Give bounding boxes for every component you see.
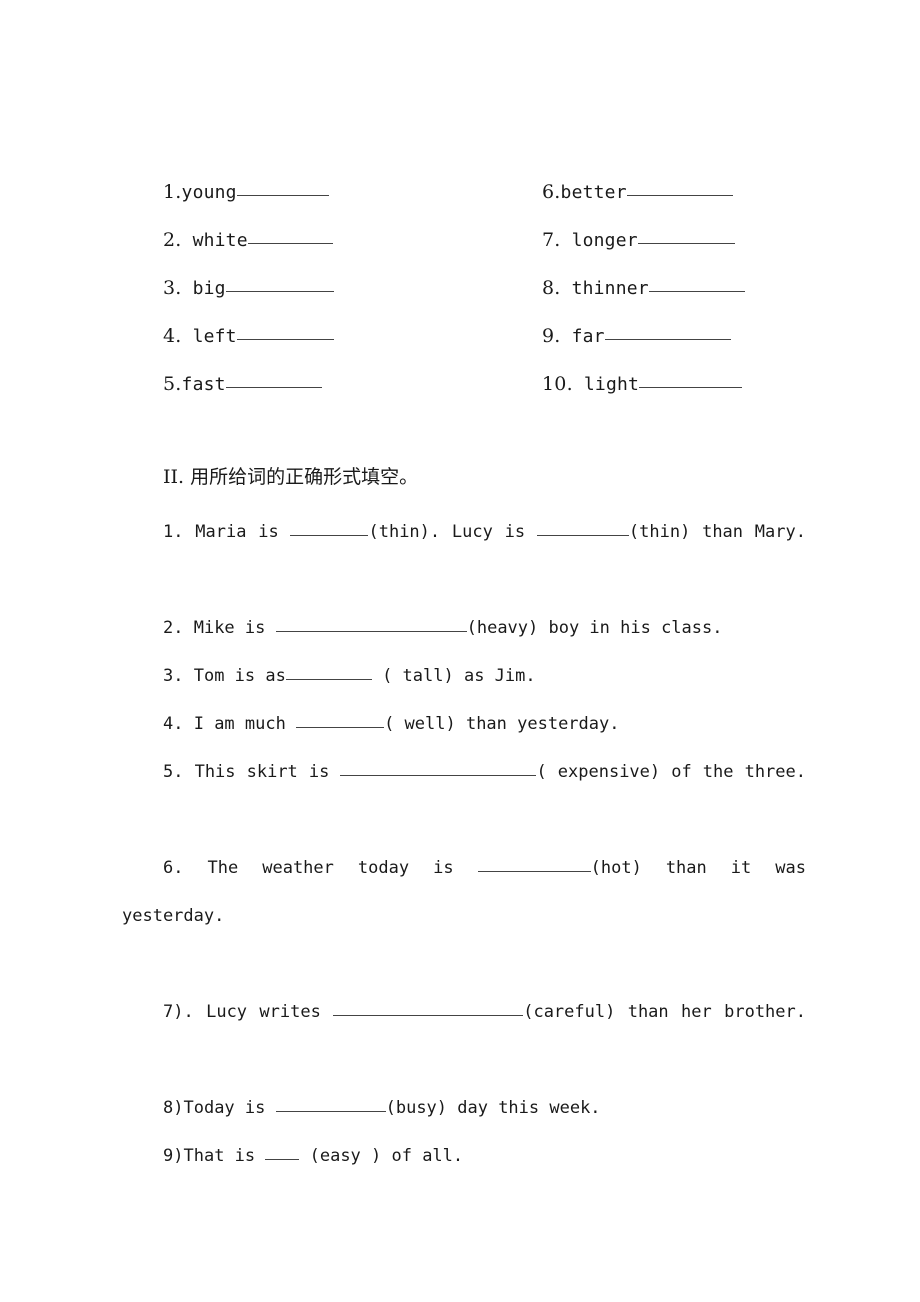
word-list-row: 5.fast 10. light [0, 360, 920, 408]
word-list-item-word: longer [560, 230, 638, 251]
word-list-item: 1.young [163, 168, 329, 217]
question-text: Maria is [183, 522, 291, 542]
word-list-item-number: 6. [542, 181, 561, 203]
question-text: That is [183, 1146, 266, 1166]
answer-blank[interactable] [296, 714, 385, 728]
question-text: (thin) than Mary. [628, 522, 806, 542]
question-item: 2. Mike is (heavy) boy in his class. [122, 604, 806, 652]
question-text: The weather today is [183, 858, 478, 878]
question-text: This skirt is [183, 762, 341, 782]
answer-blank[interactable] [247, 229, 333, 244]
word-list-item: 2. white [163, 216, 333, 265]
question-item: 5. This skirt is ( expensive) of the thr… [122, 748, 806, 844]
question-text: I am much [183, 714, 297, 734]
word-list-item-word: better [560, 182, 627, 203]
word-list-item: 6.better [542, 168, 733, 217]
question-number: 4. [163, 714, 184, 734]
question-number: 1. [163, 522, 184, 542]
question-text: (heavy) boy in his class. [466, 618, 723, 638]
word-list-item-number: 5. [163, 373, 182, 395]
word-list-item: 4. left [163, 312, 334, 361]
question-text: Lucy writes [193, 1002, 334, 1022]
word-list-row: 3. big 8. thinner [0, 264, 920, 312]
word-list-item-number: 3. [163, 277, 182, 299]
answer-blank[interactable] [275, 618, 467, 632]
question-item: 9)That is (easy ) of all. [122, 1132, 806, 1180]
word-list-item: 7. longer [542, 216, 735, 265]
word-list-item-number: 10. [542, 373, 573, 395]
section-two-title: 用所给词的正确形式填空。 [184, 466, 419, 488]
word-list-item-word: big [181, 278, 226, 299]
word-list-item-word: far [560, 326, 605, 347]
question-item: 1. Maria is (thin). Lucy is (thin) than … [122, 508, 806, 604]
section-two-questions: 1. Maria is (thin). Lucy is (thin) than … [122, 508, 806, 1180]
answer-blank[interactable] [275, 1098, 386, 1112]
word-list-item: 8. thinner [542, 264, 745, 313]
word-list-row: 2. white 7. longer [0, 216, 920, 264]
section-two-heading: II. 用所给词的正确形式填空。 [163, 462, 418, 492]
question-number: 6. [163, 858, 184, 878]
answer-blank[interactable] [536, 522, 629, 536]
answer-blank[interactable] [340, 762, 537, 776]
answer-blank[interactable] [236, 325, 334, 340]
word-list-item-number: 7. [542, 229, 561, 251]
answer-blank[interactable] [604, 325, 731, 340]
answer-blank[interactable] [333, 1002, 524, 1016]
word-list-item: 10. light [542, 360, 743, 409]
question-text: Tom is as [183, 666, 286, 686]
question-text: ( well) than yesterday. [384, 714, 620, 734]
word-list-row: 4. left 9. far [0, 312, 920, 360]
answer-blank[interactable] [225, 373, 322, 388]
answer-blank[interactable] [236, 181, 329, 196]
question-text: (busy) day this week. [385, 1098, 601, 1118]
question-item: 3. Tom is as ( tall) as Jim. [122, 652, 806, 700]
question-number: 9) [163, 1146, 184, 1166]
question-text: Mike is [183, 618, 276, 638]
answer-blank[interactable] [290, 522, 369, 536]
word-list-item-number: 2. [163, 229, 182, 251]
question-item: 8)Today is (busy) day this week. [122, 1084, 806, 1132]
word-list-item-word: light [572, 374, 640, 395]
word-list-item: 3. big [163, 264, 334, 313]
section-two-number: II. [163, 466, 185, 488]
word-list-item-word: left [181, 326, 237, 347]
word-list-item-number: 4. [163, 325, 182, 347]
answer-blank[interactable] [477, 858, 591, 872]
question-text: (thin). Lucy is [368, 522, 537, 542]
word-list-row: 1.young 6.better [0, 168, 920, 216]
answer-blank[interactable] [637, 229, 735, 244]
question-number: 5. [163, 762, 184, 782]
word-list-item-number: 9. [542, 325, 561, 347]
question-text: ( tall) as Jim. [371, 666, 536, 686]
word-list-item-word: thinner [560, 278, 649, 299]
answer-blank[interactable] [648, 277, 745, 292]
answer-blank[interactable] [265, 1146, 300, 1160]
question-number: 3. [163, 666, 184, 686]
question-item: 7). Lucy writes (careful) than her broth… [122, 988, 806, 1084]
answer-blank[interactable] [225, 277, 334, 292]
word-list-item-number: 8. [542, 277, 561, 299]
word-list-item-word: fast [181, 374, 226, 395]
word-list-section: 1.young 6.better 2. white 7. longer 3. b… [0, 168, 920, 408]
worksheet-page: 1.young 6.better 2. white 7. longer 3. b… [0, 0, 920, 1302]
word-list-item-word: young [181, 182, 237, 203]
answer-blank[interactable] [285, 666, 372, 680]
question-text: Today is [183, 1098, 276, 1118]
question-text: (easy ) of all. [299, 1146, 464, 1166]
answer-blank[interactable] [639, 373, 743, 388]
word-list-item: 9. far [542, 312, 731, 361]
word-list-item: 5.fast [163, 360, 322, 409]
question-item: 6. The weather today is (hot) than it wa… [122, 844, 806, 988]
question-number: 8) [163, 1098, 184, 1118]
word-list-item-number: 1. [163, 181, 182, 203]
question-number: 2. [163, 618, 184, 638]
question-number: 7). [163, 1002, 194, 1022]
answer-blank[interactable] [626, 181, 733, 196]
question-text: (careful) than her brother. [523, 1002, 806, 1022]
question-item: 4. I am much ( well) than yesterday. [122, 700, 806, 748]
word-list-item-word: white [181, 230, 248, 251]
question-text: ( expensive) of the three. [536, 762, 806, 782]
